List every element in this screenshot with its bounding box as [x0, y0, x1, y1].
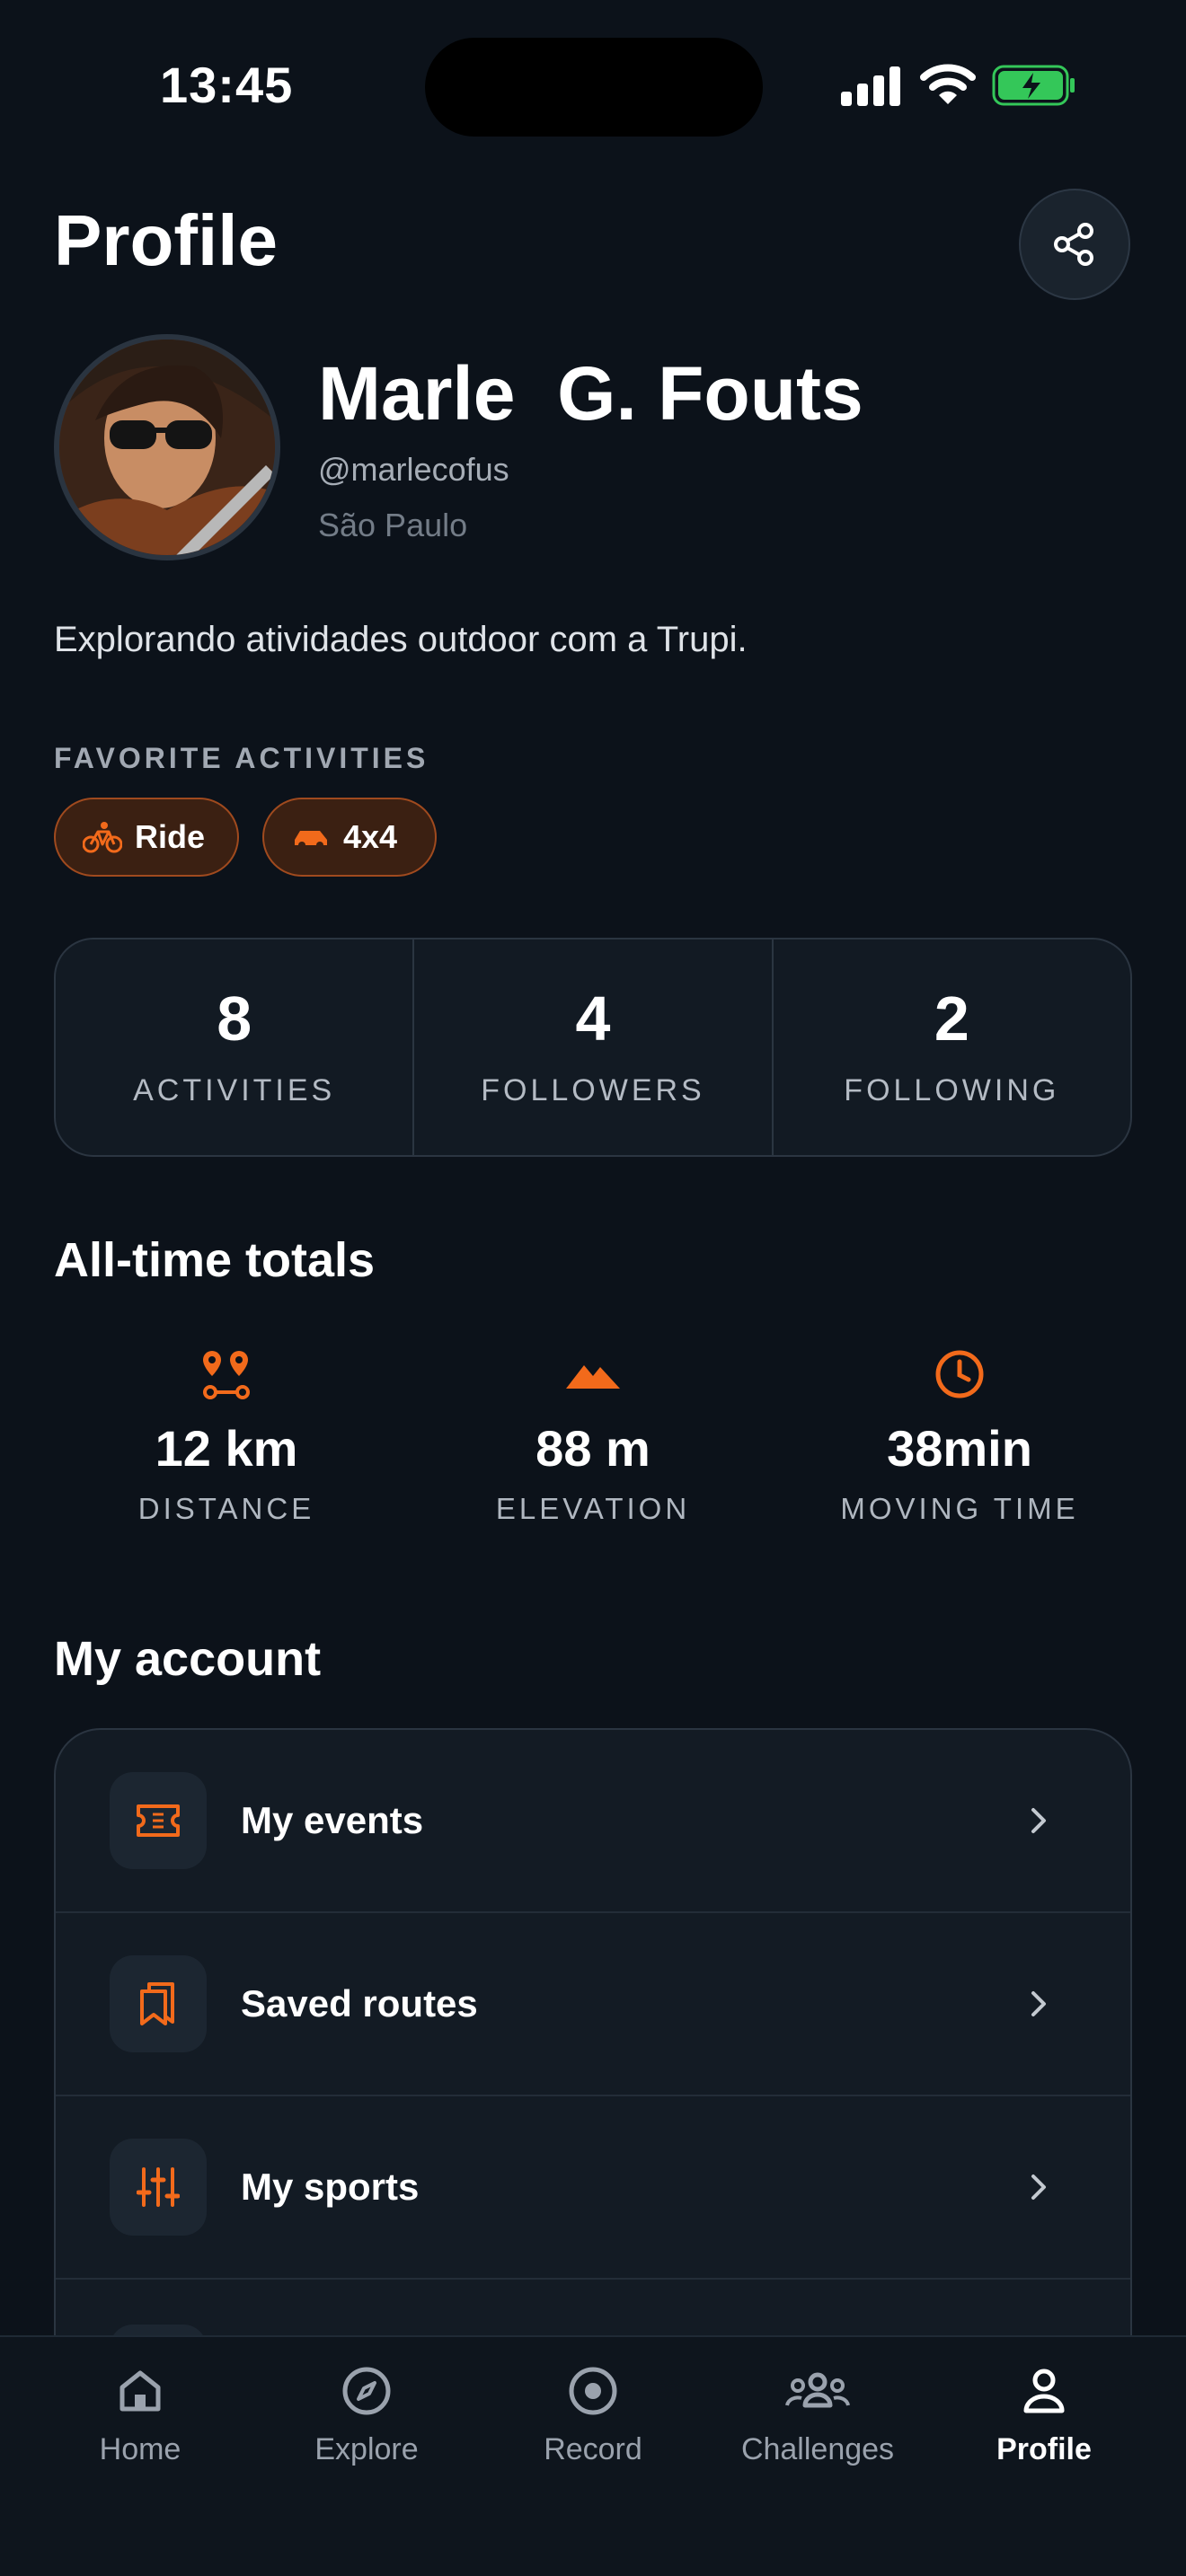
bookmarks-icon: [140, 1982, 174, 2025]
activity-chip-label: Ride: [135, 818, 206, 855]
tab-label: Challenges: [740, 2432, 895, 2466]
stat-label: FOLLOWERS: [481, 1072, 705, 1107]
menu-item-saved-routes[interactable]: Saved routes: [56, 1913, 1130, 2096]
car-icon: [295, 831, 327, 849]
stat-value: 2: [934, 983, 969, 1054]
totals-row: 12 km DISTANCE 88 m ELEVATION 38min MOVI…: [0, 1347, 1186, 1545]
tab-label: Profile: [996, 2432, 1092, 2466]
total-value: 12 km: [155, 1420, 298, 1477]
stat-following[interactable]: 2 FOLLOWING: [774, 940, 1130, 1155]
avatar[interactable]: [54, 334, 280, 560]
favorite-activities-caption: FAVORITE ACTIVITIES: [54, 742, 429, 774]
sliders-icon: [137, 2167, 180, 2207]
tab-challenges[interactable]: Challenges: [719, 2366, 916, 2467]
bicycle-icon: [83, 822, 122, 853]
total-moving-time: 38min MOVING TIME: [780, 1347, 1139, 1526]
menu-item-label: Saved routes: [241, 1982, 478, 2025]
total-label: ELEVATION: [495, 1492, 691, 1525]
user-handle: @marlecofus: [318, 451, 509, 488]
stat-followers[interactable]: 4 FOLLOWERS: [414, 940, 774, 1155]
user-icon: [1023, 2369, 1065, 2413]
total-value: 88 m: [535, 1420, 651, 1477]
mountain-icon: [566, 1365, 620, 1389]
tab-record[interactable]: Record: [494, 2366, 692, 2467]
total-value: 38min: [887, 1420, 1032, 1477]
ticket-icon: [137, 1804, 180, 1837]
row-icon-box: [110, 1772, 207, 1869]
share-icon: [1054, 223, 1093, 266]
activity-chip-label: 4x4: [343, 818, 398, 855]
user-location: São Paulo: [318, 507, 468, 543]
menu-item-my-events[interactable]: My events: [56, 1730, 1130, 1913]
record-icon: [569, 2367, 617, 2415]
chevron-right-icon: [1031, 1808, 1046, 1833]
share-button[interactable]: [1019, 189, 1130, 300]
stat-activities[interactable]: 8 ACTIVITIES: [56, 940, 415, 1155]
stat-label: FOLLOWING: [844, 1072, 1060, 1107]
chevron-right-icon: [1031, 2175, 1046, 2200]
profile-screen: 13:45 Profile Marle G. Fouts @marlecofus…: [0, 0, 1186, 2576]
totals-title: All-time totals: [54, 1233, 376, 1287]
user-name: Marle G. Fouts: [318, 351, 863, 436]
menu-item-my-sports[interactable]: My sports: [56, 2096, 1130, 2280]
route-pins-icon: [203, 1351, 250, 1399]
user-bio: Explorando atividades outdoor com a Trup…: [54, 620, 748, 659]
tab-bar: Home Explore Record Challenges Profile: [0, 2335, 1186, 2576]
page-title: Profile: [54, 200, 278, 280]
tab-home[interactable]: Home: [41, 2366, 239, 2467]
stat-value: 4: [575, 983, 611, 1054]
compass-icon: [342, 2367, 391, 2415]
tab-label: Explore: [314, 2432, 419, 2466]
signal-icon: [841, 66, 900, 106]
avatar-photo: [59, 340, 275, 555]
tab-explore[interactable]: Explore: [268, 2366, 465, 2467]
stat-label: ACTIVITIES: [133, 1072, 336, 1107]
wifi-icon: [920, 64, 976, 104]
status-bar: 13:45: [0, 0, 1186, 171]
total-elevation: 88 m ELEVATION: [413, 1347, 773, 1526]
tab-label: Home: [99, 2432, 181, 2466]
row-icon-box: [110, 2139, 207, 2236]
battery-charging-icon: [992, 65, 1075, 106]
chevron-right-icon: [1031, 1991, 1046, 2016]
menu-item-label: My events: [241, 1799, 424, 1841]
row-icon-box: [110, 1955, 207, 2052]
status-time: 13:45: [160, 57, 294, 113]
stats-card: 8 ACTIVITIES 4 FOLLOWERS 2 FOLLOWING: [54, 938, 1132, 1157]
group-icon: [785, 2372, 850, 2408]
total-label: MOVING TIME: [840, 1492, 1079, 1525]
dynamic-island: [425, 38, 763, 137]
account-title: My account: [54, 1632, 322, 1686]
home-icon: [119, 2370, 161, 2412]
stat-value: 8: [217, 983, 252, 1054]
menu-item-label: My sports: [241, 2166, 420, 2208]
tab-label: Record: [544, 2432, 642, 2466]
total-distance: 12 km DISTANCE: [47, 1347, 406, 1526]
total-label: DISTANCE: [137, 1492, 315, 1525]
tab-profile[interactable]: Profile: [945, 2366, 1143, 2467]
clock-icon: [935, 1350, 984, 1398]
activity-chip-4x4[interactable]: 4x4: [262, 798, 437, 877]
activity-chip-ride[interactable]: Ride: [54, 798, 239, 877]
